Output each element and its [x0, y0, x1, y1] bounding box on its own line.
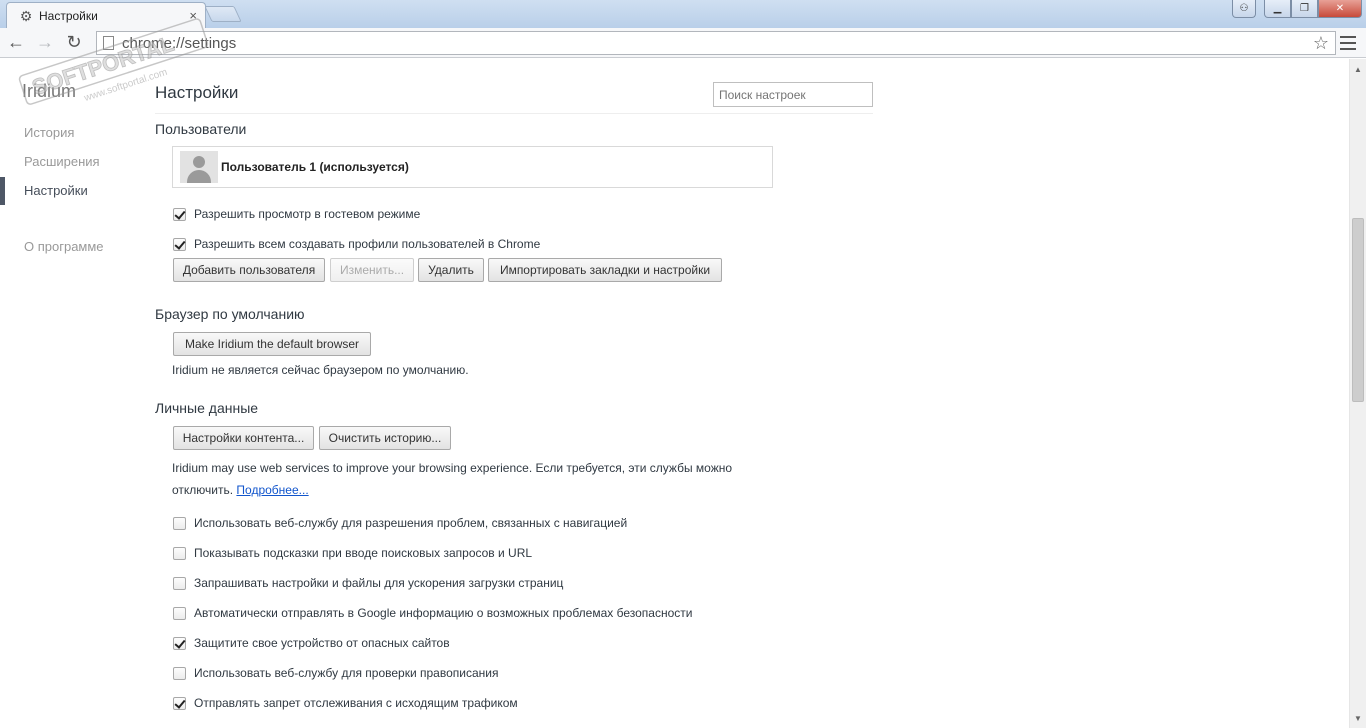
- checkbox-label: Автоматически отправлять в Google информ…: [194, 606, 693, 620]
- close-window-button[interactable]: ✕: [1318, 0, 1362, 18]
- privacy-checkbox-prefetch[interactable]: Запрашивать настройки и файлы для ускоре…: [173, 576, 563, 590]
- checkbox[interactable]: [173, 576, 186, 590]
- checkbox-label: Использовать веб-службу для разрешения п…: [194, 516, 628, 530]
- menu-icon[interactable]: [1340, 34, 1356, 52]
- brand-title: Iridium: [22, 81, 77, 101]
- checkbox-label: Использовать веб-службу для проверки пра…: [194, 666, 499, 680]
- checkbox-label: Отправлять запрет отслеживания с исходящ…: [194, 696, 518, 710]
- users-heading: Пользователи: [155, 121, 247, 137]
- url-text[interactable]: chrome://settings: [122, 35, 1313, 52]
- avatar-icon: [180, 151, 218, 183]
- tab-settings[interactable]: ⚙ Настройки ×: [6, 2, 206, 28]
- checkbox[interactable]: [173, 237, 186, 251]
- delete-user-button[interactable]: Удалить: [418, 258, 484, 282]
- privacy-checkbox-suggestions[interactable]: Показывать подсказки при вводе поисковых…: [173, 546, 532, 560]
- scroll-up-arrow-icon[interactable]: ▲: [1350, 61, 1366, 77]
- tab-close-icon[interactable]: ×: [189, 9, 197, 22]
- add-user-button[interactable]: Добавить пользователя: [173, 258, 325, 282]
- gear-icon: ⚙: [19, 7, 33, 24]
- checkbox[interactable]: [173, 546, 186, 560]
- vertical-scrollbar[interactable]: ▲ ▼: [1349, 59, 1366, 728]
- privacy-checkbox-safe-browsing[interactable]: Защитите свое устройство от опасных сайт…: [173, 636, 450, 650]
- active-indicator: [0, 177, 5, 205]
- search-input[interactable]: [713, 82, 873, 107]
- learn-more-link[interactable]: Подробнее...: [236, 483, 308, 497]
- checkbox[interactable]: [173, 207, 186, 221]
- make-default-button[interactable]: Make Iridium the default browser: [173, 332, 371, 356]
- privacy-heading: Личные данные: [155, 400, 259, 416]
- default-browser-heading: Браузер по умолчанию: [155, 306, 305, 322]
- checkbox[interactable]: [173, 606, 186, 620]
- privacy-checkbox-navigation[interactable]: Использовать веб-службу для разрешения п…: [173, 516, 627, 530]
- privacy-checkbox-security-reports[interactable]: Автоматически отправлять в Google информ…: [173, 606, 692, 620]
- page-title: Настройки: [155, 83, 239, 102]
- window-controls: ⚇ ▁ ❐ ✕: [1232, 0, 1362, 18]
- page-icon: [103, 36, 114, 50]
- checkbox-label: Разрешить просмотр в гостевом режиме: [194, 207, 421, 221]
- back-button[interactable]: ←: [3, 30, 29, 56]
- scroll-down-arrow-icon[interactable]: ▼: [1350, 710, 1366, 726]
- profile-list[interactable]: Пользователь 1 (используется): [172, 146, 773, 188]
- reload-button[interactable]: ↻: [61, 30, 87, 56]
- bookmark-star-icon[interactable]: ☆: [1313, 33, 1329, 54]
- guest-mode-checkbox[interactable]: Разрешить просмотр в гостевом режиме: [173, 207, 420, 221]
- privacy-info-text: отключить.: [172, 483, 234, 497]
- profile-name: Пользователь 1 (используется): [221, 160, 409, 174]
- sidebar-item-extensions[interactable]: Расширения: [24, 154, 100, 169]
- divider: [155, 113, 873, 114]
- profile-button[interactable]: ⚇: [1232, 0, 1256, 18]
- privacy-info: Iridium may use web services to improve …: [172, 461, 733, 475]
- allow-profiles-checkbox[interactable]: Разрешить всем создавать профили пользов…: [173, 237, 540, 251]
- checkbox[interactable]: [173, 636, 186, 650]
- new-tab-button[interactable]: [204, 6, 242, 22]
- content-settings-button[interactable]: Настройки контента...: [173, 426, 314, 450]
- minimize-button[interactable]: ▁: [1264, 0, 1291, 18]
- sidebar-item-history[interactable]: История: [24, 125, 74, 140]
- sidebar-item-settings[interactable]: Настройки: [24, 183, 88, 198]
- title-bar: ⚙ Настройки × ⚇ ▁ ❐ ✕: [0, 0, 1366, 28]
- checkbox[interactable]: [173, 516, 186, 530]
- sidebar-nav: Iridium История Расширения Настройки О п…: [0, 59, 140, 728]
- address-bar[interactable]: chrome://settings ☆: [96, 31, 1336, 55]
- tab-title: Настройки: [39, 8, 98, 23]
- checkbox-label: Защитите свое устройство от опасных сайт…: [194, 636, 450, 650]
- checkbox[interactable]: [173, 696, 186, 710]
- sidebar-item-about[interactable]: О программе: [24, 239, 104, 254]
- clear-history-button[interactable]: Очистить историю...: [319, 426, 451, 450]
- scrollbar-thumb[interactable]: [1352, 218, 1364, 402]
- maximize-button[interactable]: ❐: [1291, 0, 1318, 18]
- import-bookmarks-button[interactable]: Импортировать закладки и настройки: [488, 258, 722, 282]
- checkbox-label: Разрешить всем создавать профили пользов…: [194, 237, 541, 251]
- privacy-info-line2: отключить. Подробнее...: [172, 483, 309, 497]
- checkbox-label: Показывать подсказки при вводе поисковых…: [194, 546, 533, 560]
- edit-user-button[interactable]: Изменить...: [330, 258, 414, 282]
- privacy-checkbox-do-not-track[interactable]: Отправлять запрет отслеживания с исходящ…: [173, 696, 518, 710]
- default-browser-status: Iridium не является сейчас браузером по …: [172, 363, 469, 377]
- checkbox-label: Запрашивать настройки и файлы для ускоре…: [194, 576, 564, 590]
- forward-button[interactable]: →: [32, 30, 58, 56]
- browser-toolbar: ← → ↻ chrome://settings ☆: [0, 28, 1366, 58]
- privacy-checkbox-spellcheck[interactable]: Использовать веб-службу для проверки пра…: [173, 666, 498, 680]
- checkbox[interactable]: [173, 666, 186, 680]
